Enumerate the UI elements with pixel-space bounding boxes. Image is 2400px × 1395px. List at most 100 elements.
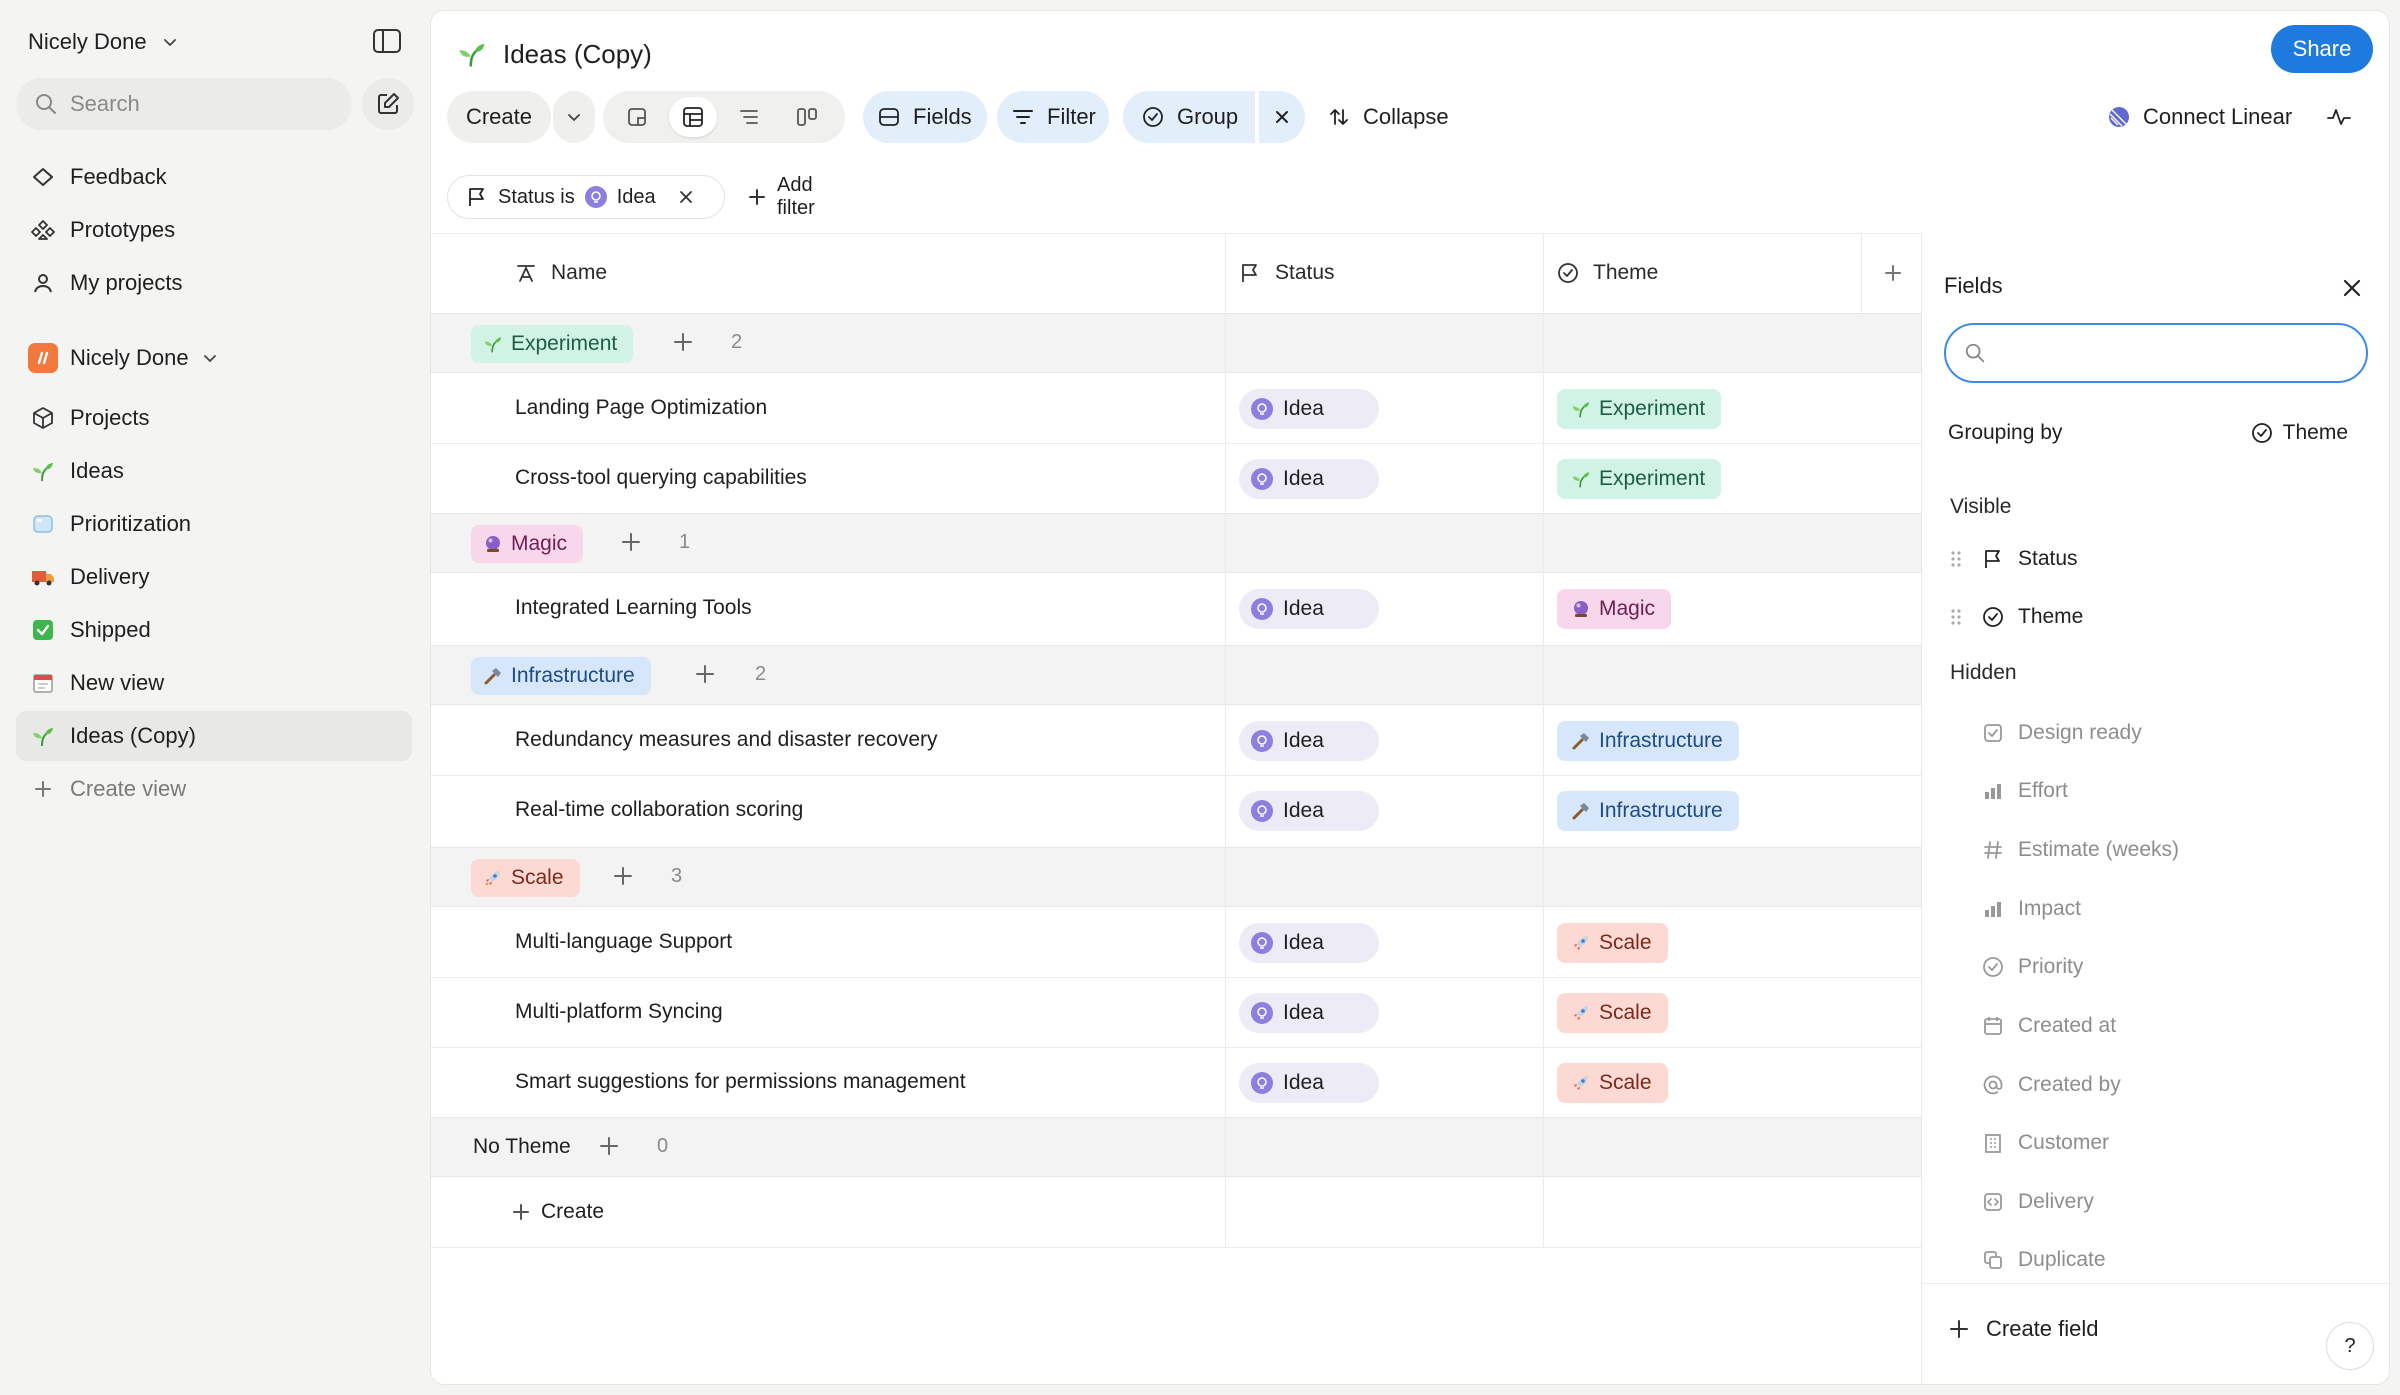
drag-handle-icon[interactable] [1950, 549, 1968, 569]
list-view-icon[interactable] [725, 97, 773, 137]
table-row[interactable]: Cross-tool querying capabilities Idea Ex… [431, 443, 1921, 513]
column-header-status[interactable]: Status [1239, 233, 1335, 313]
theme-badge[interactable]: Magic [1557, 589, 1672, 629]
field-item-design-ready[interactable]: Design ready [1950, 713, 2350, 753]
sidebar-item-projects[interactable]: Projects [16, 393, 412, 443]
field-item-priority[interactable]: Priority [1950, 947, 2350, 987]
group-label: Experiment [511, 332, 618, 355]
drag-handle-icon[interactable] [1950, 607, 1968, 627]
sidebar-item-prioritization[interactable]: Prioritization [16, 499, 412, 549]
add-filter-button[interactable]: Add filter [747, 174, 815, 219]
field-item-duplicate[interactable]: Duplicate [1950, 1240, 2350, 1280]
sidebar-toggle-icon[interactable] [372, 28, 404, 56]
grouping-value[interactable]: Theme [2251, 421, 2348, 445]
columns-view-icon[interactable] [783, 97, 831, 137]
sidebar-item-my-projects[interactable]: My projects [16, 258, 412, 308]
field-item-created-at[interactable]: Created at [1950, 1006, 2350, 1046]
collapse-button[interactable]: Collapse [1317, 91, 1467, 143]
status-filter-chip[interactable]: Status is Idea [447, 175, 725, 219]
theme-badge[interactable]: Experiment [1557, 459, 1722, 499]
field-item-status[interactable]: Status [1950, 539, 2350, 579]
status-badge[interactable]: Idea [1239, 993, 1379, 1033]
table-row[interactable]: Integrated Learning Tools Idea Magic [431, 573, 1921, 643]
table-row[interactable]: Multi-platform Syncing Idea Scale [431, 977, 1921, 1047]
status-badge[interactable]: Idea [1239, 389, 1379, 429]
field-item-created-by[interactable]: Created by [1950, 1065, 2350, 1105]
add-column-button[interactable] [1883, 233, 1903, 313]
theme-label: Experiment [1599, 397, 1706, 420]
board-view-icon[interactable] [613, 97, 661, 137]
plus-icon[interactable] [597, 1134, 621, 1158]
field-item-estimate[interactable]: Estimate (weeks) [1950, 830, 2350, 870]
group-header-experiment[interactable]: Experiment 2 [431, 313, 1921, 373]
team-switcher[interactable]: Nicely Done [28, 340, 219, 376]
theme-badge[interactable]: Experiment [1557, 389, 1722, 429]
workspace-switcher[interactable]: Nicely Done [28, 24, 179, 60]
status-badge[interactable]: Idea [1239, 589, 1379, 629]
seedling-icon [30, 723, 56, 749]
status-badge[interactable]: Idea [1239, 923, 1379, 963]
grouping-row[interactable]: Grouping by Theme [1948, 421, 2348, 455]
group-header-no-theme[interactable]: No Theme 0 [431, 1117, 1921, 1177]
field-item-theme[interactable]: Theme [1950, 597, 2350, 637]
theme-badge[interactable]: Infrastructure [1557, 791, 1739, 831]
plus-icon[interactable] [693, 662, 717, 686]
status-badge[interactable]: Idea [1239, 459, 1379, 499]
table-row[interactable]: Redundancy measures and disaster recover… [431, 705, 1921, 775]
sidebar-item-new-view[interactable]: New view [16, 658, 412, 708]
fields-search-input[interactable] [1944, 323, 2368, 383]
field-item-impact[interactable]: Impact [1950, 889, 2350, 929]
filter-button[interactable]: Filter [997, 91, 1109, 143]
create-field-button[interactable]: Create field [1948, 1316, 2099, 1342]
field-item-delivery[interactable]: Delivery [1950, 1182, 2350, 1222]
close-icon[interactable] [2341, 277, 2363, 299]
table-row[interactable]: Multi-language Support Idea Scale [431, 907, 1921, 977]
group-button[interactable]: Group [1123, 91, 1255, 143]
sidebar-item-feedback[interactable]: Feedback [16, 152, 412, 202]
theme-badge[interactable]: Scale [1557, 1063, 1668, 1103]
search-input[interactable]: Search [16, 78, 352, 130]
close-icon[interactable] [678, 189, 694, 205]
field-item-effort[interactable]: Effort [1950, 771, 2350, 811]
fields-button[interactable]: Fields [863, 91, 987, 143]
create-view-button[interactable]: Create view [16, 764, 412, 814]
status-badge[interactable]: Idea [1239, 791, 1379, 831]
column-header-name[interactable]: Name [515, 233, 607, 313]
table-row[interactable]: Smart suggestions for permissions manage… [431, 1047, 1921, 1117]
plus-icon[interactable] [671, 330, 695, 354]
seedling-icon [1571, 469, 1591, 489]
share-button[interactable]: Share [2271, 25, 2373, 73]
plus-icon[interactable] [619, 530, 643, 554]
compose-button[interactable] [362, 78, 414, 130]
create-button[interactable]: Create [447, 91, 551, 143]
plus-icon[interactable] [611, 864, 635, 888]
theme-badge[interactable]: Scale [1557, 993, 1668, 1033]
sidebar-item-delivery[interactable]: Delivery [16, 552, 412, 602]
group-header-infrastructure[interactable]: Infrastructure 2 [431, 645, 1921, 705]
theme-badge[interactable]: Infrastructure [1557, 721, 1739, 761]
remove-group-button[interactable] [1259, 91, 1305, 143]
sidebar-item-label: Ideas [70, 458, 124, 483]
sidebar-item-ideas-copy[interactable]: Ideas (Copy) [16, 711, 412, 761]
theme-label: Experiment [1599, 467, 1706, 490]
field-item-customer[interactable]: Customer [1950, 1123, 2350, 1163]
table-row[interactable]: Landing Page Optimization Idea Experimen… [431, 373, 1921, 443]
table-view-icon[interactable] [669, 97, 717, 137]
lightbulb-icon [1251, 398, 1273, 420]
sidebar-item-ideas[interactable]: Ideas [16, 446, 412, 496]
group-header-magic[interactable]: Magic 1 [431, 513, 1921, 573]
help-button[interactable]: ? [2326, 1322, 2374, 1370]
column-header-theme[interactable]: Theme [1557, 233, 1658, 313]
status-label: Idea [1283, 397, 1324, 420]
create-dropdown-button[interactable] [553, 91, 595, 143]
group-header-scale[interactable]: Scale 3 [431, 847, 1921, 907]
connect-linear-button[interactable]: Connect Linear [2097, 91, 2297, 143]
sidebar-item-prototypes[interactable]: Prototypes [16, 205, 412, 255]
activity-button[interactable] [2317, 91, 2361, 143]
theme-badge[interactable]: Scale [1557, 923, 1668, 963]
status-badge[interactable]: Idea [1239, 721, 1379, 761]
sidebar-item-shipped[interactable]: Shipped [16, 605, 412, 655]
create-row-button[interactable]: Create [511, 1177, 604, 1247]
status-badge[interactable]: Idea [1239, 1063, 1379, 1103]
table-row[interactable]: Real-time collaboration scoring Idea Inf… [431, 775, 1921, 845]
